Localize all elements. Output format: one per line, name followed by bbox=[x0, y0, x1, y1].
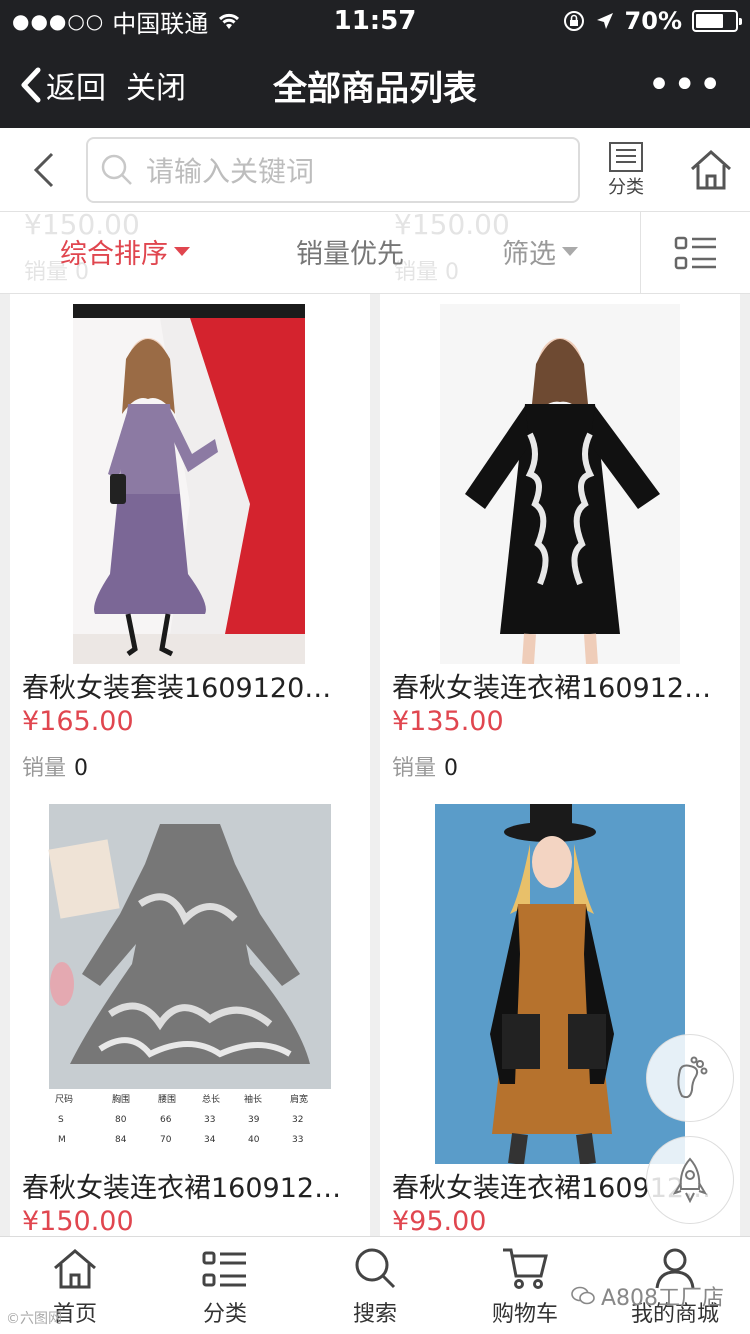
watermark: A808工厂店 bbox=[571, 1280, 724, 1312]
size-table-header: 胸围 bbox=[112, 1093, 130, 1105]
home-icon bbox=[54, 1249, 96, 1289]
product-sales: 销量 0 bbox=[22, 750, 88, 782]
size-table-cell: M bbox=[58, 1135, 66, 1145]
list-view-icon bbox=[674, 236, 716, 270]
home-button[interactable] bbox=[672, 149, 750, 191]
ghost-price: ¥150.00 bbox=[394, 208, 510, 241]
watermark-text: A808工厂店 bbox=[600, 1286, 724, 1311]
product-image[interactable]: 尺码 胸围 腰围 总长 袖长 肩宽 S 80 66 33 39 32 M 84 … bbox=[10, 804, 370, 1164]
battery-fill bbox=[696, 14, 723, 28]
chevron-left-icon bbox=[21, 67, 41, 103]
size-table-cell: 84 bbox=[115, 1135, 127, 1145]
back-button[interactable]: 返回 bbox=[20, 63, 106, 107]
search-input[interactable]: 请输入关键词 bbox=[86, 136, 580, 203]
dropdown-arrow-icon bbox=[174, 247, 190, 256]
cart-icon bbox=[503, 1248, 548, 1289]
signal-icon: ●●●○○ bbox=[12, 9, 105, 33]
product-card[interactable]: 春秋女装连衣裙160912… ¥135.00 销量 0 bbox=[380, 294, 740, 794]
dropdown-arrow-icon bbox=[562, 247, 578, 256]
sort-sales[interactable]: 销量优先 bbox=[296, 232, 404, 271]
category-label: 分类 bbox=[608, 176, 644, 198]
sort-filter[interactable]: 筛选 bbox=[502, 232, 578, 271]
product-grid: 春秋女装套装1609120… ¥165.00 销量 0 春秋女装连衣裙160912… bbox=[0, 294, 750, 1236]
search-header: 请输入关键词 分类 bbox=[0, 128, 750, 212]
product-name: 春秋女装套装1609120… bbox=[22, 673, 332, 704]
footprint-button[interactable] bbox=[646, 1034, 734, 1122]
product-price: ¥150.00 bbox=[22, 1206, 134, 1236]
rotation-lock-icon bbox=[563, 11, 584, 31]
size-table-cell: 34 bbox=[204, 1135, 216, 1145]
location-icon bbox=[596, 13, 613, 29]
product-price: ¥135.00 bbox=[392, 706, 504, 737]
size-table-cell: S bbox=[58, 1115, 64, 1125]
sort-bar: ¥150.00 ¥150.00 销量 0 销量 0 综合排序 销量优先 筛选 bbox=[0, 208, 750, 294]
tab-category[interactable]: 分类 bbox=[150, 1237, 300, 1334]
tab-category-label: 分类 bbox=[202, 1302, 247, 1327]
battery-icon bbox=[692, 10, 742, 32]
wifi-icon bbox=[219, 13, 240, 29]
product-name: 春秋女装连衣裙160912… bbox=[392, 673, 712, 704]
size-table-cell: 70 bbox=[160, 1135, 172, 1145]
product-price: ¥95.00 bbox=[392, 1206, 487, 1236]
product-price: ¥165.00 bbox=[22, 706, 134, 737]
battery-percent: 70% bbox=[624, 7, 682, 35]
status-bar: ●●●○○ 中国联通 11:57 70% bbox=[0, 0, 750, 42]
size-table-cell: 39 bbox=[248, 1115, 260, 1125]
size-table-header: 总长 bbox=[202, 1093, 220, 1105]
sort-filter-label: 筛选 bbox=[502, 239, 556, 270]
size-table-header: 袖长 bbox=[244, 1093, 262, 1105]
sales-value: 0 bbox=[444, 756, 459, 781]
sort-sales-label: 销量优先 bbox=[296, 239, 404, 270]
more-button[interactable]: ••• bbox=[647, 62, 724, 108]
wechat-icon bbox=[571, 1286, 595, 1305]
product-card[interactable]: 尺码 胸围 腰围 总长 袖长 肩宽 S 80 66 33 39 32 M 84 … bbox=[10, 794, 370, 1236]
size-table-cell: 32 bbox=[292, 1115, 303, 1125]
tab-cart-label: 购物车 bbox=[491, 1302, 558, 1327]
search-icon bbox=[101, 154, 132, 185]
list-icon bbox=[609, 141, 643, 172]
close-button[interactable]: 关闭 bbox=[126, 63, 186, 107]
size-table-header: 腰围 bbox=[158, 1094, 176, 1105]
sort-comprehensive[interactable]: 综合排序 bbox=[60, 232, 190, 271]
product-card[interactable]: 春秋女装套装1609120… ¥165.00 销量 0 bbox=[10, 294, 370, 794]
view-toggle-button[interactable] bbox=[640, 212, 750, 294]
sales-label: 销量 bbox=[392, 756, 437, 781]
size-table-cell: 33 bbox=[204, 1115, 215, 1125]
category-button[interactable]: 分类 bbox=[580, 141, 672, 199]
chevron-left-icon bbox=[33, 152, 54, 187]
rocket-icon bbox=[673, 1157, 707, 1203]
back-label: 返回 bbox=[46, 71, 106, 106]
product-image[interactable] bbox=[10, 304, 370, 664]
size-table-cell: 33 bbox=[292, 1135, 303, 1145]
size-table-cell: 80 bbox=[115, 1115, 127, 1125]
sales-value: 0 bbox=[74, 756, 89, 781]
size-table-header: 尺码 bbox=[55, 1094, 73, 1105]
nav-bar: 返回 关闭 全部商品列表 ••• bbox=[0, 42, 750, 128]
watermark-small: ©六图网 bbox=[6, 1311, 62, 1327]
tab-search-label: 搜索 bbox=[352, 1302, 397, 1327]
category-list-icon bbox=[202, 1251, 246, 1287]
size-table-cell: 40 bbox=[248, 1135, 260, 1145]
carrier-label: 中国联通 bbox=[112, 9, 209, 38]
search-back-button[interactable] bbox=[0, 150, 86, 190]
footprint-icon bbox=[677, 1056, 708, 1099]
search-placeholder: 请输入关键词 bbox=[146, 154, 315, 188]
back-to-top-button[interactable] bbox=[646, 1136, 734, 1224]
size-table-header: 肩宽 bbox=[290, 1093, 308, 1105]
search-icon bbox=[355, 1248, 396, 1289]
product-name: 春秋女装连衣裙160912… bbox=[22, 1173, 342, 1204]
page-title: 全部商品列表 bbox=[273, 68, 477, 109]
tab-search[interactable]: 搜索 bbox=[300, 1237, 450, 1334]
home-icon bbox=[690, 149, 732, 189]
product-sales: 销量 0 bbox=[392, 750, 458, 782]
product-image[interactable] bbox=[380, 304, 740, 665]
sales-label: 销量 bbox=[22, 756, 67, 781]
size-table-cell: 66 bbox=[160, 1115, 172, 1125]
sort-comprehensive-label: 综合排序 bbox=[60, 239, 168, 270]
